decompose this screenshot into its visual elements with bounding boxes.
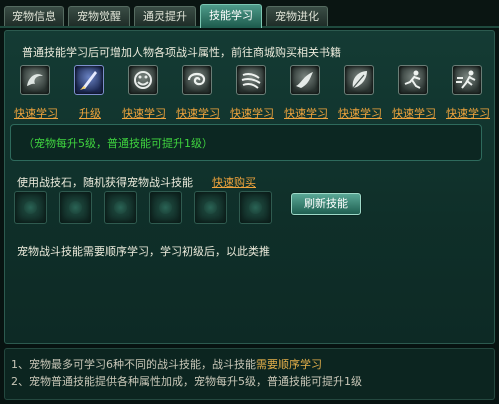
claw-swipe-icon[interactable] <box>236 65 266 95</box>
quick-learn-link[interactable]: 快速学习 <box>173 105 223 121</box>
battle-stone-text: 使用战技石，随机获得宠物战斗技能 <box>17 176 193 189</box>
skill-slot: 快速学习 <box>389 61 439 121</box>
quick-learn-link[interactable]: 快速学习 <box>227 105 277 121</box>
tips-box: 1、宠物最多可学习6种不同的战斗技能，战斗技能需要顺序学习 2、宠物普通技能提供… <box>4 348 495 400</box>
grin-face-icon[interactable] <box>128 65 158 95</box>
spiral-wind-icon[interactable] <box>182 65 212 95</box>
skill-slot: 快速学习 <box>173 61 223 121</box>
tip-highlight: 需要顺序学习 <box>256 358 322 371</box>
quick-learn-link[interactable]: 快速学习 <box>335 105 385 121</box>
lunge-figure-icon[interactable] <box>398 65 428 95</box>
wing-strike-icon[interactable] <box>290 65 320 95</box>
battle-skill-slot[interactable] <box>104 191 137 224</box>
quick-buy-link[interactable]: 快速购买 <box>212 174 256 190</box>
skill-slot: 升级 <box>65 61 115 121</box>
quick-learn-link[interactable]: 快速学习 <box>281 105 331 121</box>
level-info-box: （宠物每升5级，普通技能可提升1级） <box>10 124 482 161</box>
battle-skill-slot[interactable] <box>194 191 227 224</box>
battle-skill-slot[interactable] <box>149 191 182 224</box>
tip-text: 1、宠物最多可学习6种不同的战斗技能，战斗技能 <box>11 358 256 371</box>
level-info-text: （宠物每升5级，普通技能可提升1级） <box>23 137 213 150</box>
battle-skill-slot[interactable] <box>14 191 47 224</box>
tab-pet-evolution[interactable]: 宠物进化 <box>266 6 328 26</box>
skill-slot: 快速学习 <box>281 61 331 121</box>
skill-slot: 快速学习 <box>335 61 385 121</box>
skill-slot: 快速学习 <box>443 61 493 121</box>
quick-learn-link[interactable]: 快速学习 <box>119 105 169 121</box>
battle-skill-slot[interactable] <box>239 191 272 224</box>
quick-learn-link[interactable]: 快速学习 <box>389 105 439 121</box>
tab-pet-info[interactable]: 宠物信息 <box>4 6 64 26</box>
normal-skill-row: 快速学习 升级 快速学习 快速学习 快速学习 快速学习 快速学习 快速学习 快速… <box>11 61 491 121</box>
battle-skill-slot[interactable] <box>59 191 92 224</box>
blue-blade-icon[interactable] <box>74 65 104 95</box>
skill-slot: 快速学习 <box>119 61 169 121</box>
skill-slot: 快速学习 <box>11 61 61 121</box>
tip-text: 2、宠物普通技能提供各种属性加成，宠物每升5级，普通技能可提升1级 <box>11 375 362 388</box>
tab-bar: 宠物信息 宠物觉醒 通灵提升 技能学习 宠物进化 <box>0 0 499 28</box>
tip-line: 2、宠物普通技能提供各种属性加成，宠物每升5级，普通技能可提升1级 <box>11 373 362 389</box>
quick-learn-link[interactable]: 快速学习 <box>443 105 493 121</box>
order-note: 宠物战斗技能需要顺序学习，学习初级后，以此类推 <box>17 245 270 258</box>
skill-slot: 快速学习 <box>227 61 277 121</box>
tip-line: 1、宠物最多可学习6种不同的战斗技能，战斗技能需要顺序学习 <box>11 356 322 372</box>
tab-spirit-upgrade[interactable]: 通灵提升 <box>134 6 196 26</box>
leaf-feather-icon[interactable] <box>344 65 374 95</box>
upgrade-link[interactable]: 升级 <box>65 105 115 121</box>
skill-learning-panel: 普通技能学习后可增加人物各项战斗属性，前往商城购买相关书籍 快速学习 升级 快速… <box>4 30 495 344</box>
dash-figure-icon[interactable] <box>452 65 482 95</box>
swirl-claw-icon[interactable] <box>20 65 50 95</box>
quick-learn-link[interactable]: 快速学习 <box>11 105 61 121</box>
refresh-skills-button[interactable]: 刷新技能 <box>291 193 361 215</box>
panel-description: 普通技能学习后可增加人物各项战斗属性，前往商城购买相关书籍 <box>22 46 341 59</box>
tab-pet-awaken[interactable]: 宠物觉醒 <box>68 6 130 26</box>
tab-skill-learning[interactable]: 技能学习 <box>200 4 262 28</box>
